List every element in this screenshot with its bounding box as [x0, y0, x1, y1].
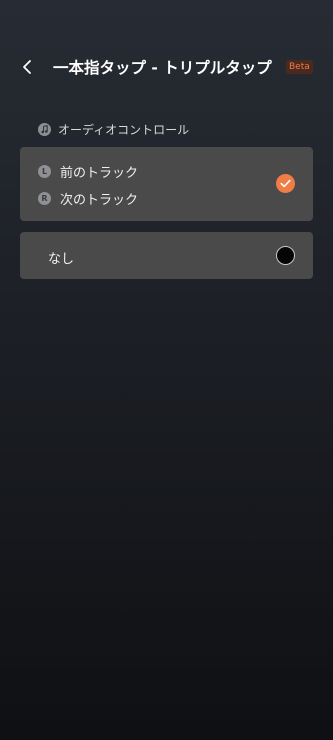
page-title: 一本指タップ - トリプルタップ — [53, 59, 272, 77]
check-icon[interactable] — [276, 174, 295, 193]
left-side-badge: L — [38, 165, 51, 178]
none-option-label: なし — [48, 252, 75, 267]
previous-track-label: 前のトラック — [60, 166, 139, 181]
right-side-badge: R — [38, 192, 51, 205]
section-label: オーディオコントロール — [58, 123, 190, 137]
beta-badge: Beta — [286, 60, 313, 74]
next-track-label: 次のトラック — [60, 193, 139, 208]
header-bar: 一本指タップ - トリプルタップ Beta — [0, 48, 333, 86]
track-row-right: R 次のトラック — [38, 189, 138, 208]
track-row-left: L 前のトラック — [38, 162, 138, 181]
section-header-audio-control: オーディオコントロール — [38, 121, 189, 138]
music-note-icon — [38, 123, 51, 136]
option-card-none[interactable]: なし — [20, 232, 313, 279]
back-button[interactable] — [14, 54, 40, 80]
option-card-track-control[interactable]: L 前のトラック R 次のトラック — [20, 147, 313, 221]
chevron-left-icon[interactable] — [20, 59, 34, 75]
radio-icon[interactable] — [276, 246, 295, 265]
